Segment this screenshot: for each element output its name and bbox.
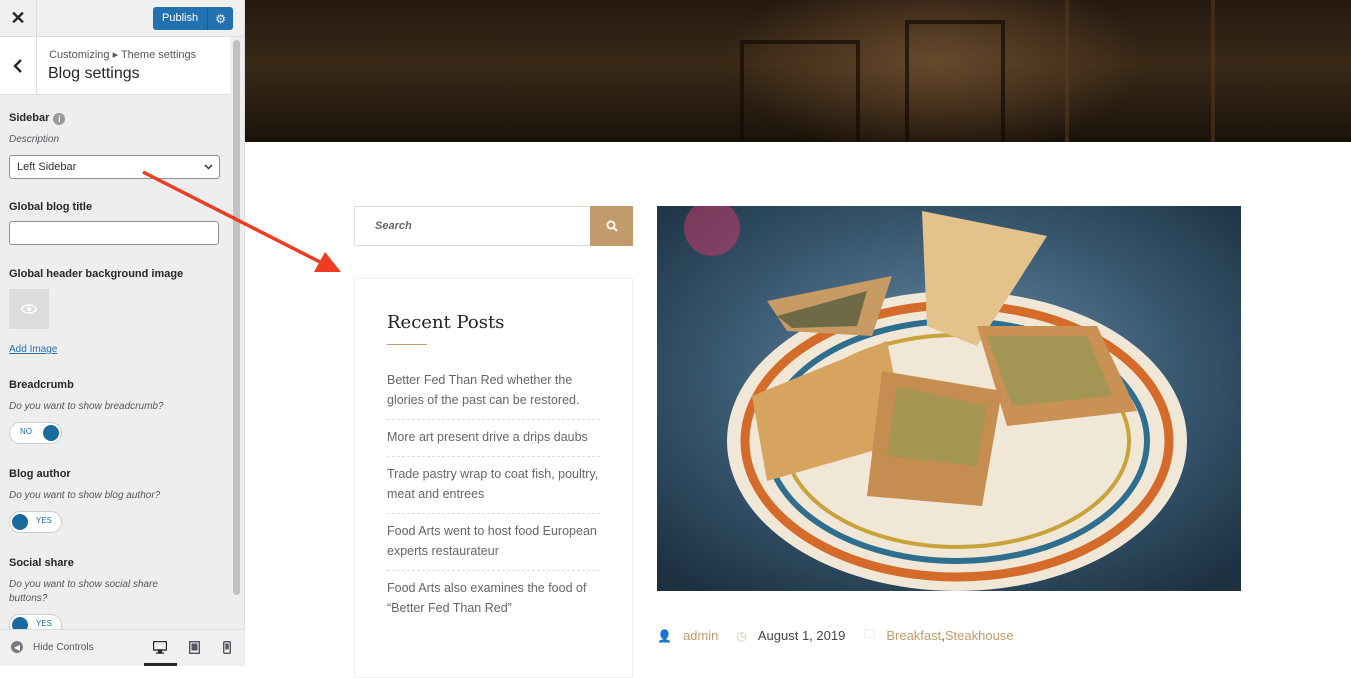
recent-post-link[interactable]: Trade pastry wrap to coat fish, poultry,… — [387, 457, 600, 514]
chair-shape — [740, 40, 860, 142]
recent-post-link[interactable]: Food Arts went to host food European exp… — [387, 514, 600, 571]
add-image-link[interactable]: Add Image — [9, 344, 57, 355]
section-title: Blog settings — [48, 65, 140, 82]
gear-icon: ⚙ — [215, 11, 226, 26]
search-button[interactable] — [590, 206, 633, 246]
sidebar-label: Sidebar i — [9, 112, 66, 125]
chair-shape — [1065, 0, 1215, 142]
toggle-state: NO — [20, 427, 32, 436]
clock-icon: ◷ — [736, 628, 747, 643]
blog-title-label: Global blog title — [9, 201, 93, 213]
sidebar-select[interactable]: Left Sidebar — [9, 155, 220, 179]
info-icon[interactable]: i — [53, 113, 66, 125]
mobile-preview-button[interactable] — [219, 639, 235, 655]
panel-scrollbar[interactable] — [232, 37, 241, 629]
collapse-icon: ◀ — [11, 641, 23, 653]
header-background-image — [245, 0, 1351, 142]
toggle-state: YES — [36, 619, 53, 628]
publish-settings-button[interactable]: ⚙ — [208, 7, 234, 30]
blog-author-toggle[interactable]: YES — [9, 511, 62, 533]
search-widget: Search — [354, 206, 633, 246]
post-author-link[interactable]: admin — [683, 628, 718, 643]
breadcrumb-label: Breadcrumb — [9, 379, 74, 391]
post-date: August 1, 2019 — [757, 628, 846, 643]
user-icon: 👤 — [657, 628, 672, 643]
header-image-label: Global header background image — [9, 268, 184, 280]
chevron-left-icon — [13, 59, 22, 73]
controls-list: Sidebar i Description Left Sidebar Global… — [0, 95, 230, 629]
desktop-preview-button[interactable] — [152, 639, 168, 655]
recent-posts-widget: Recent Posts Better Fed Than Red whether… — [354, 278, 633, 678]
breadcrumb: Customizing ▸ Theme settings — [49, 49, 197, 61]
social-share-description: Do you want to show social share buttons… — [9, 579, 158, 604]
back-button[interactable] — [0, 37, 37, 95]
social-share-label: Social share — [9, 557, 74, 569]
folder-icon: 🗀 — [863, 627, 876, 641]
search-icon — [606, 220, 618, 232]
sidebar-label-text: Sidebar — [9, 112, 50, 124]
customizer-footer: ◀ Hide Controls — [0, 629, 245, 666]
breadcrumb-toggle[interactable]: NO — [9, 422, 62, 444]
blog-author-label: Blog author — [9, 468, 71, 480]
customizer-panel: ✕ Publish ⚙ Customizing ▸ Theme settings… — [0, 0, 245, 666]
recent-post-link[interactable]: More art present drive a drips daubs — [387, 420, 600, 457]
toggle-knob — [12, 617, 28, 629]
tablet-preview-button[interactable] — [186, 639, 202, 655]
toggle-knob — [12, 514, 28, 530]
blog-title-input[interactable] — [9, 221, 219, 245]
publish-group: Publish ⚙ — [153, 7, 234, 30]
title-underline — [387, 344, 427, 345]
post-featured-image[interactable] — [657, 206, 1241, 591]
toggle-knob — [43, 425, 59, 441]
close-icon: ✕ — [10, 8, 26, 28]
blog-author-description: Do you want to show blog author? — [9, 490, 161, 501]
eye-icon — [21, 304, 37, 314]
search-placeholder: Search — [375, 220, 412, 232]
recent-posts-title: Recent Posts — [387, 312, 505, 333]
customizer-header: ✕ Publish ⚙ — [0, 0, 244, 37]
recent-post-link[interactable]: Food Arts also examines the food of “Bet… — [387, 571, 600, 627]
sidebar-description: Description — [9, 134, 60, 145]
baklava-plate-illustration — [657, 206, 1241, 591]
scrollbar-thumb[interactable] — [233, 40, 240, 595]
social-share-toggle[interactable]: YES — [9, 614, 62, 629]
recent-posts-list: Better Fed Than Red whether the glories … — [387, 363, 600, 627]
sidebar-select-value: Left Sidebar — [17, 161, 77, 173]
site-preview: Search Recent Posts Better Fed Than Red … — [245, 0, 1351, 678]
mobile-icon — [223, 640, 231, 654]
desktop-icon — [153, 640, 167, 654]
image-placeholder — [9, 289, 49, 329]
publish-button[interactable]: Publish — [153, 7, 209, 30]
close-customizer-button[interactable]: ✕ — [0, 0, 37, 37]
category-link[interactable]: Steakhouse — [945, 628, 1014, 643]
tablet-icon — [188, 640, 200, 654]
chevron-down-icon — [204, 156, 213, 187]
category-link[interactable]: Breakfast — [886, 628, 941, 643]
post-meta: 👤 admin ◷ August 1, 2019 🗀 Breakfast, St… — [657, 625, 1014, 646]
hide-controls-label: Hide Controls — [33, 641, 94, 653]
chair-shape — [905, 20, 1005, 142]
breadcrumb-description: Do you want to show breadcrumb? — [9, 401, 164, 412]
hide-controls-button[interactable]: ◀ Hide Controls — [11, 641, 94, 653]
recent-post-link[interactable]: Better Fed Than Red whether the glories … — [387, 363, 600, 420]
section-header: Customizing ▸ Theme settings Blog settin… — [0, 37, 230, 95]
toggle-state: YES — [36, 516, 53, 525]
